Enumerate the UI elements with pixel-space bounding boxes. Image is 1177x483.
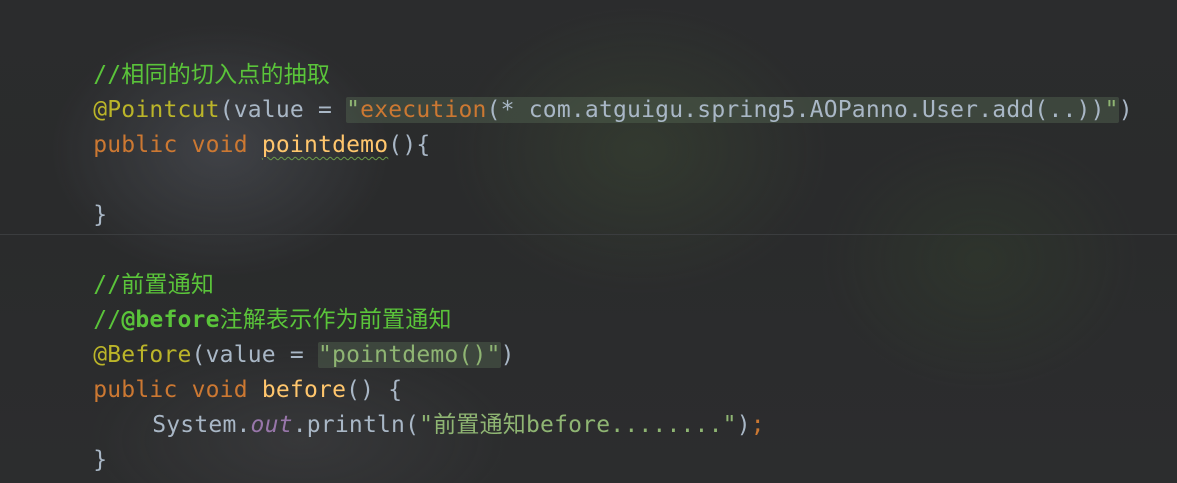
code-line-12[interactable]: } (37, 415, 107, 473)
before-close: ) (500, 342, 515, 368)
pointcut-string: "execution(* com.atguigu.spring5.AOPanno… (346, 97, 1119, 123)
code-line-5[interactable]: } (37, 170, 107, 228)
println-close: ) (736, 412, 751, 438)
method-params: (){ (388, 132, 431, 158)
pointcut-close: ) (1118, 97, 1133, 123)
closing-brace: } (93, 202, 108, 228)
println-call: .println( (292, 412, 420, 438)
system-class: System. (152, 412, 251, 438)
pointcut-expression: (* com.atguigu.spring5.AOPanno.User.add(… (486, 97, 1105, 123)
code-line-9[interactable]: @Before(value = "pointdemo()") (37, 310, 515, 368)
code-editor[interactable]: //相同的切入点的抽取 @Pointcut(value = "execution… (0, 0, 1177, 483)
keyword-void: void (191, 132, 248, 158)
semicolon: ; (750, 412, 765, 438)
method-name-pointdemo[interactable]: pointdemo (262, 132, 388, 158)
method-separator (0, 234, 1177, 235)
code-line-1[interactable]: //相同的切入点的抽取 (37, 30, 330, 88)
code-line-7[interactable]: //前置通知 (37, 240, 214, 298)
code-line-3[interactable]: public void pointdemo(){ (37, 100, 430, 158)
println-string: "前置通知before........" (419, 412, 737, 438)
keyword-public: public (93, 132, 178, 158)
code-line-8[interactable]: //@before注解表示作为前置通知 (37, 275, 452, 333)
out-field: out (250, 412, 293, 438)
code-line-11[interactable]: System.out.println("前置通知before........")… (37, 380, 765, 438)
code-line-10[interactable]: public void before() { (37, 345, 402, 403)
closing-brace: } (93, 447, 108, 473)
code-line-2[interactable]: @Pointcut(value = "execution(* com.atgui… (37, 65, 1133, 123)
pointcut-quote-close: " (1104, 97, 1119, 123)
